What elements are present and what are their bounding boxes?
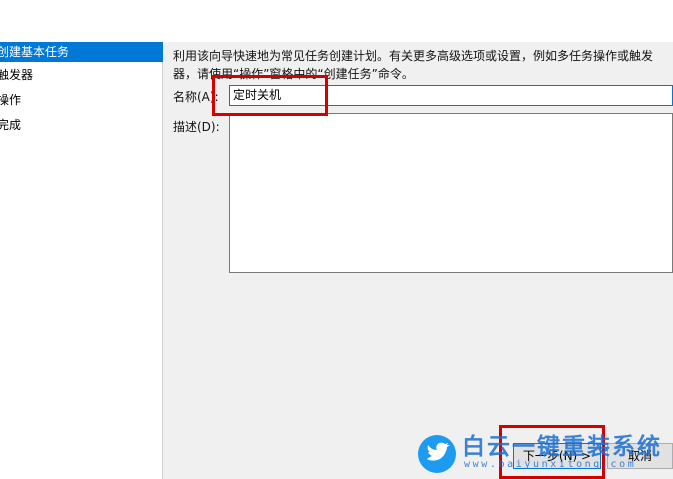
watermark-logo: 白云一键重装系统 www.baiyunxitong.com [418, 433, 668, 473]
step-trigger[interactable]: 触发器 [0, 65, 163, 85]
task-description-textarea[interactable] [229, 113, 673, 273]
watermark-title: 白云一键重装系统 [462, 434, 662, 460]
wizard-intro-text: 利用该向导快速地为常见任务创建计划。有关更多高级选项或设置，例如多任务操作或触发… [173, 47, 668, 83]
intro-line-1: 利用该向导快速地为常见任务创建计划。有关更多高级选项或设置，例如多任务操作或触发 [173, 49, 654, 63]
step-finish[interactable]: 完成 [0, 115, 163, 135]
wizard-header-area [0, 0, 673, 42]
wizard-steps-sidebar: 创建基本任务 触发器 操作 完成 [0, 42, 163, 479]
step-create-basic-task[interactable]: 创建基本任务 [0, 42, 163, 62]
description-label: 描述(D): [173, 120, 220, 134]
watermark-url: www.baiyunxitong.com [464, 459, 637, 470]
name-label: 名称(A): [173, 90, 219, 104]
step-action[interactable]: 操作 [0, 90, 163, 110]
task-name-input[interactable]: 定时关机 [229, 85, 673, 106]
bird-logo-icon [418, 435, 456, 473]
intro-line-2: 器，请使用“操作”窗格中的“创建任务”命令。 [173, 67, 414, 81]
